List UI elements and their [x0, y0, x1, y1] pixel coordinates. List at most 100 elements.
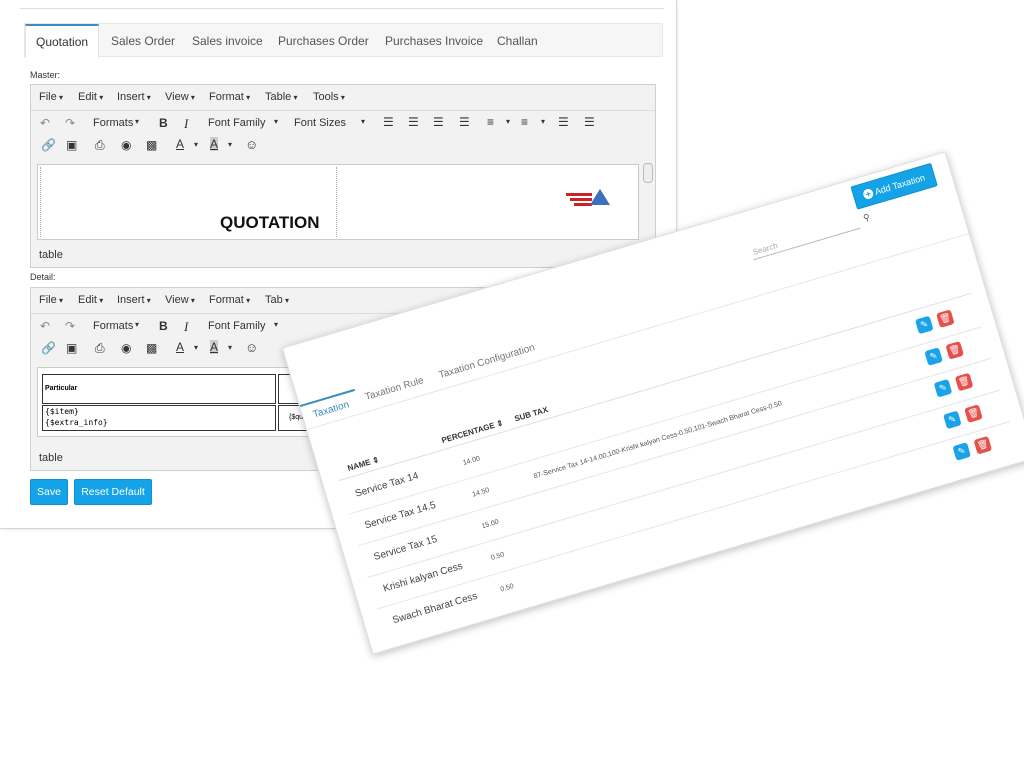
image-icon[interactable]: ▣ — [66, 341, 77, 355]
pencil-icon[interactable]: ✎ — [914, 315, 934, 335]
font-family-dropdown[interactable]: Font Family — [208, 320, 265, 332]
row-divider — [367, 389, 1001, 578]
top-divider — [20, 8, 664, 9]
pencil-icon[interactable]: ✎ — [933, 378, 953, 398]
formats-dropdown[interactable]: Formats — [93, 117, 133, 129]
media-icon[interactable]: ▩ — [146, 138, 157, 152]
trash-icon[interactable]: 🗑 — [936, 309, 955, 329]
tab-purchases-invoice[interactable]: Purchases Invoice — [375, 24, 493, 56]
tax-percentage: 14.50 — [471, 486, 491, 499]
add-taxation-button[interactable]: + Add Taxation — [850, 162, 938, 210]
preview-icon[interactable]: ◉ — [121, 138, 131, 152]
row-divider — [348, 326, 982, 515]
print-icon[interactable]: ⎙ — [95, 138, 105, 153]
tax-name: Service Tax 14.5 — [363, 499, 438, 532]
tab-taxation-rule[interactable]: Taxation Rule — [364, 375, 425, 403]
align-left-icon[interactable]: ☰ — [383, 115, 394, 129]
tab-sales-order[interactable]: Sales Order — [101, 24, 185, 56]
menu-tools[interactable]: Tools — [313, 91, 345, 103]
justify-icon[interactable]: ☰ — [459, 115, 470, 129]
chevron-down-icon: ▾ — [228, 343, 233, 352]
pencil-icon[interactable]: ✎ — [924, 347, 943, 366]
tab-sales-invoice[interactable]: Sales invoice — [182, 24, 273, 56]
menu-insert[interactable]: Insert — [117, 294, 151, 306]
document-tabs: Quotation Sales Order Sales invoice Purc… — [24, 23, 663, 58]
chevron-down-icon: ▾ — [506, 117, 511, 126]
bg-color-icon[interactable]: A — [210, 340, 219, 354]
emoticon-icon[interactable]: ☺ — [245, 340, 258, 355]
menu-view[interactable]: View — [165, 91, 195, 103]
indent-icon[interactable]: ☰ — [584, 115, 595, 129]
image-icon[interactable]: ▣ — [66, 138, 77, 152]
trash-icon[interactable]: 🗑 — [964, 404, 983, 423]
font-sizes-dropdown[interactable]: Font Sizes — [294, 117, 346, 129]
tab-purchases-order[interactable]: Purchases Order — [268, 24, 379, 56]
master-label: Master: — [30, 70, 61, 80]
reset-default-button[interactable]: Reset Default — [74, 479, 152, 505]
tab-challan[interactable]: Challan — [487, 24, 548, 56]
menu-edit[interactable]: Edit — [78, 91, 103, 103]
menu-table[interactable]: Table — [265, 91, 298, 103]
redo-icon[interactable]: ↷ — [65, 116, 75, 130]
menu-file[interactable]: File — [39, 294, 63, 306]
media-icon[interactable]: ▩ — [146, 341, 157, 355]
undo-icon[interactable]: ↶ — [40, 319, 50, 333]
scrollbar[interactable] — [643, 163, 653, 183]
link-icon[interactable]: 🔗 — [41, 341, 56, 355]
item-cell: {$item} {$extra_info} — [42, 405, 276, 431]
text-color-icon[interactable]: A — [176, 340, 184, 354]
search-input[interactable]: Search ⚲ — [749, 212, 871, 261]
pencil-icon[interactable]: ✎ — [943, 410, 962, 430]
master-menubar: File Edit Insert View Format Table Tools — [31, 85, 655, 111]
document-title: QUOTATION — [220, 213, 320, 232]
text-color-icon[interactable]: A — [176, 137, 184, 151]
trash-icon[interactable]: 🗑 — [954, 372, 974, 392]
number-list-icon[interactable]: ≡ — [521, 115, 528, 129]
tax-percentage: 0.50 — [490, 551, 506, 562]
menu-view[interactable]: View — [165, 294, 195, 306]
bold-button[interactable]: B — [159, 116, 168, 130]
company-logo — [566, 189, 610, 209]
menu-insert[interactable]: Insert — [117, 91, 151, 103]
align-right-icon[interactable]: ☰ — [433, 115, 444, 129]
item-placeholder: {$item} — [45, 407, 79, 416]
tax-name: Swach Bharat Cess — [391, 590, 479, 627]
subtax-column-header: SUB TAX — [513, 405, 550, 424]
pencil-icon[interactable]: ✎ — [952, 442, 972, 461]
emoticon-icon[interactable]: ☺ — [245, 137, 258, 152]
menu-format[interactable]: Format — [209, 91, 250, 103]
italic-button[interactable]: I — [184, 319, 188, 335]
print-icon[interactable]: ⎙ — [95, 341, 105, 356]
chevron-down-icon: ▾ — [228, 140, 233, 149]
italic-button[interactable]: I — [184, 116, 188, 132]
formats-dropdown[interactable]: Formats — [93, 320, 133, 332]
preview-icon[interactable]: ◉ — [121, 341, 131, 355]
font-family-dropdown[interactable]: Font Family — [208, 117, 265, 129]
master-content-area[interactable]: QUOTATION — [37, 164, 639, 240]
tax-percentage: 15.00 — [480, 518, 500, 531]
detail-statusbar-path: table — [39, 452, 63, 464]
chevron-down-icon: ▾ — [541, 117, 546, 126]
link-icon[interactable]: 🔗 — [41, 138, 56, 152]
redo-icon[interactable]: ↷ — [65, 319, 75, 333]
detail-label: Detail: — [30, 272, 56, 282]
save-button[interactable]: Save — [30, 479, 68, 505]
outdent-icon[interactable]: ☰ — [558, 115, 569, 129]
align-center-icon[interactable]: ☰ — [408, 115, 419, 129]
search-placeholder: Search — [751, 241, 779, 257]
bold-button[interactable]: B — [159, 319, 168, 333]
table-header-cell: Particular — [42, 374, 276, 404]
menu-table[interactable]: Tab — [265, 294, 289, 306]
menu-edit[interactable]: Edit — [78, 294, 103, 306]
tax-percentage: 0.50 — [499, 582, 515, 594]
master-editor: File Edit Insert View Format Table Tools… — [30, 84, 656, 268]
undo-icon[interactable]: ↶ — [40, 116, 50, 130]
trash-icon[interactable]: 🗑 — [945, 341, 965, 360]
menu-file[interactable]: File — [39, 91, 63, 103]
add-taxation-label: Add Taxation — [873, 172, 927, 197]
bullet-list-icon[interactable]: ≡ — [487, 115, 494, 129]
menu-format[interactable]: Format — [209, 294, 250, 306]
tab-quotation[interactable]: Quotation — [25, 24, 100, 58]
trash-icon[interactable]: 🗑 — [973, 435, 993, 455]
bg-color-icon[interactable]: A — [210, 137, 219, 151]
